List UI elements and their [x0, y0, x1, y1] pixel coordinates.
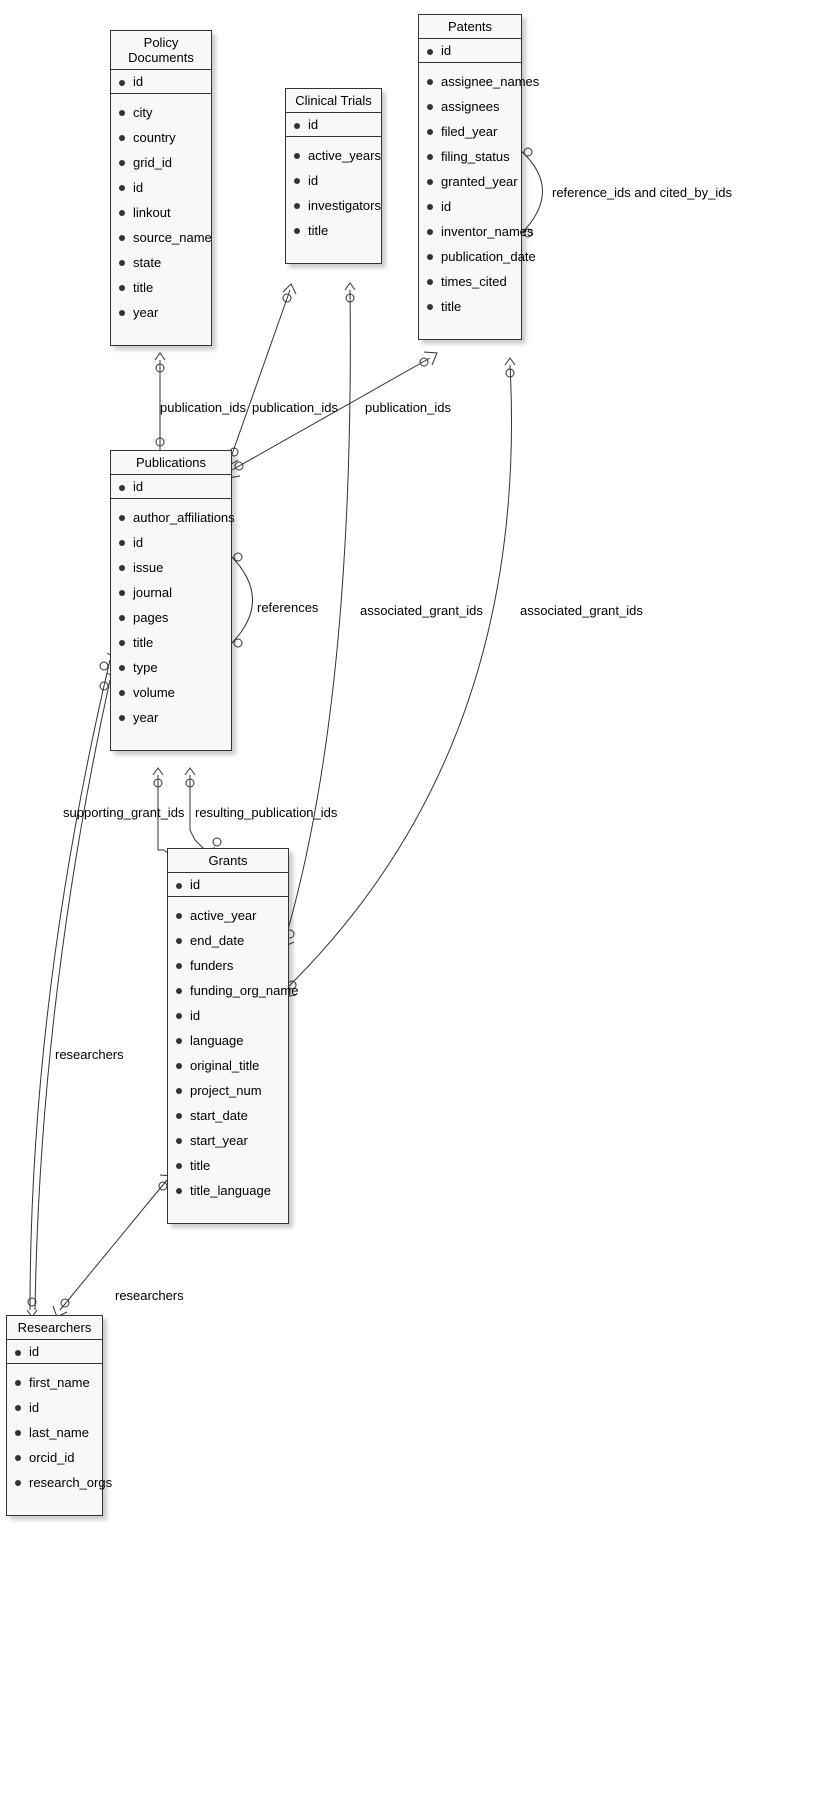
- attr: funders: [176, 953, 280, 978]
- attr: start_date: [176, 1103, 280, 1128]
- attr: start_year: [176, 1128, 280, 1153]
- pk-label: id: [441, 43, 451, 58]
- edge-label-patents-pub: publication_ids: [365, 400, 451, 415]
- attr: volume: [119, 680, 223, 705]
- entity-attrs: assignee_names assignees filed_year fili…: [419, 63, 521, 339]
- attr: state: [119, 250, 203, 275]
- attr: id: [427, 194, 513, 219]
- attr: assignees: [427, 94, 513, 119]
- attr: end_date: [176, 928, 280, 953]
- edge-label-supporting: supporting_grant_ids: [63, 805, 184, 820]
- entity-researchers: Researchers id first_name id last_name o…: [6, 1315, 103, 1516]
- attr: title: [176, 1153, 280, 1178]
- entity-title: Grants: [168, 849, 288, 873]
- pk-label: id: [29, 1344, 39, 1359]
- attr: title: [119, 630, 223, 655]
- attr: active_years: [294, 143, 373, 168]
- attr: language: [176, 1028, 280, 1053]
- entity-pk: id: [111, 475, 231, 499]
- attr: funding_org_name: [176, 978, 280, 1003]
- attr: project_num: [176, 1078, 280, 1103]
- attr: publication_date: [427, 244, 513, 269]
- edge-label-pub-researchers: researchers: [55, 1047, 124, 1062]
- attr: filing_status: [427, 144, 513, 169]
- pk-label: id: [190, 877, 200, 892]
- entity-policy-documents: Policy Documents id city country grid_id…: [110, 30, 212, 346]
- attr: year: [119, 705, 223, 730]
- attr: grid_id: [119, 150, 203, 175]
- entity-attrs: first_name id last_name orcid_id researc…: [7, 1364, 102, 1515]
- entity-title: Patents: [419, 15, 521, 39]
- edge-label-clinical-pub: publication_ids: [252, 400, 338, 415]
- attr: issue: [119, 555, 223, 580]
- attr: id: [176, 1003, 280, 1028]
- entity-grants: Grants id active_year end_date funders f…: [167, 848, 289, 1224]
- entity-title: Clinical Trials: [286, 89, 381, 113]
- entity-pk: id: [168, 873, 288, 897]
- entity-pk: id: [111, 70, 211, 94]
- attr: investigators: [294, 193, 373, 218]
- pk-label: id: [133, 479, 143, 494]
- entity-pk: id: [286, 113, 381, 137]
- entity-title: Policy Documents: [111, 31, 211, 70]
- attr: journal: [119, 580, 223, 605]
- attr: title: [119, 275, 203, 300]
- pk-label: id: [308, 117, 318, 132]
- entity-title: Publications: [111, 451, 231, 475]
- attr: last_name: [15, 1420, 94, 1445]
- edge-label-clinical-grants: associated_grant_ids: [360, 603, 483, 618]
- entity-pk: id: [419, 39, 521, 63]
- edge-label-policy-pub: publication_ids: [160, 400, 246, 415]
- entity-publications: Publications id author_affiliations id i…: [110, 450, 232, 751]
- entity-patents: Patents id assignee_names assignees file…: [418, 14, 522, 340]
- edge-label-patents-grants: associated_grant_ids: [520, 603, 643, 618]
- attr: times_cited: [427, 269, 513, 294]
- entity-clinical-trials: Clinical Trials id active_years id inves…: [285, 88, 382, 264]
- attr: first_name: [15, 1370, 94, 1395]
- attr: filed_year: [427, 119, 513, 144]
- edge-label-grants-researchers: researchers: [115, 1288, 184, 1303]
- attr: country: [119, 125, 203, 150]
- attr: active_year: [176, 903, 280, 928]
- attr: title_language: [176, 1178, 280, 1203]
- entity-pk: id: [7, 1340, 102, 1364]
- attr: title: [294, 218, 373, 243]
- attr: research_orgs: [15, 1470, 94, 1495]
- attr: id: [119, 530, 223, 555]
- attr: city: [119, 100, 203, 125]
- entity-attrs: active_year end_date funders funding_org…: [168, 897, 288, 1223]
- attr: orcid_id: [15, 1445, 94, 1470]
- edge-label-pub-self: references: [257, 600, 318, 615]
- entity-attrs: author_affiliations id issue journal pag…: [111, 499, 231, 750]
- attr: granted_year: [427, 169, 513, 194]
- attr: id: [119, 175, 203, 200]
- attr: assignee_names: [427, 69, 513, 94]
- attr: title: [427, 294, 513, 319]
- entity-attrs: active_years id investigators title: [286, 137, 381, 263]
- attr: id: [294, 168, 373, 193]
- pk-label: id: [133, 74, 143, 89]
- attr: year: [119, 300, 203, 325]
- attr: type: [119, 655, 223, 680]
- attr: linkout: [119, 200, 203, 225]
- attr: inventor_names: [427, 219, 513, 244]
- attr: source_name: [119, 225, 203, 250]
- edge-label-patents-self: reference_ids and cited_by_ids: [552, 185, 732, 200]
- attr: original_title: [176, 1053, 280, 1078]
- attr: id: [15, 1395, 94, 1420]
- edge-label-resulting: resulting_publication_ids: [195, 805, 337, 820]
- entity-attrs: city country grid_id id linkout source_n…: [111, 94, 211, 345]
- entity-title: Researchers: [7, 1316, 102, 1340]
- attr: author_affiliations: [119, 505, 223, 530]
- attr: pages: [119, 605, 223, 630]
